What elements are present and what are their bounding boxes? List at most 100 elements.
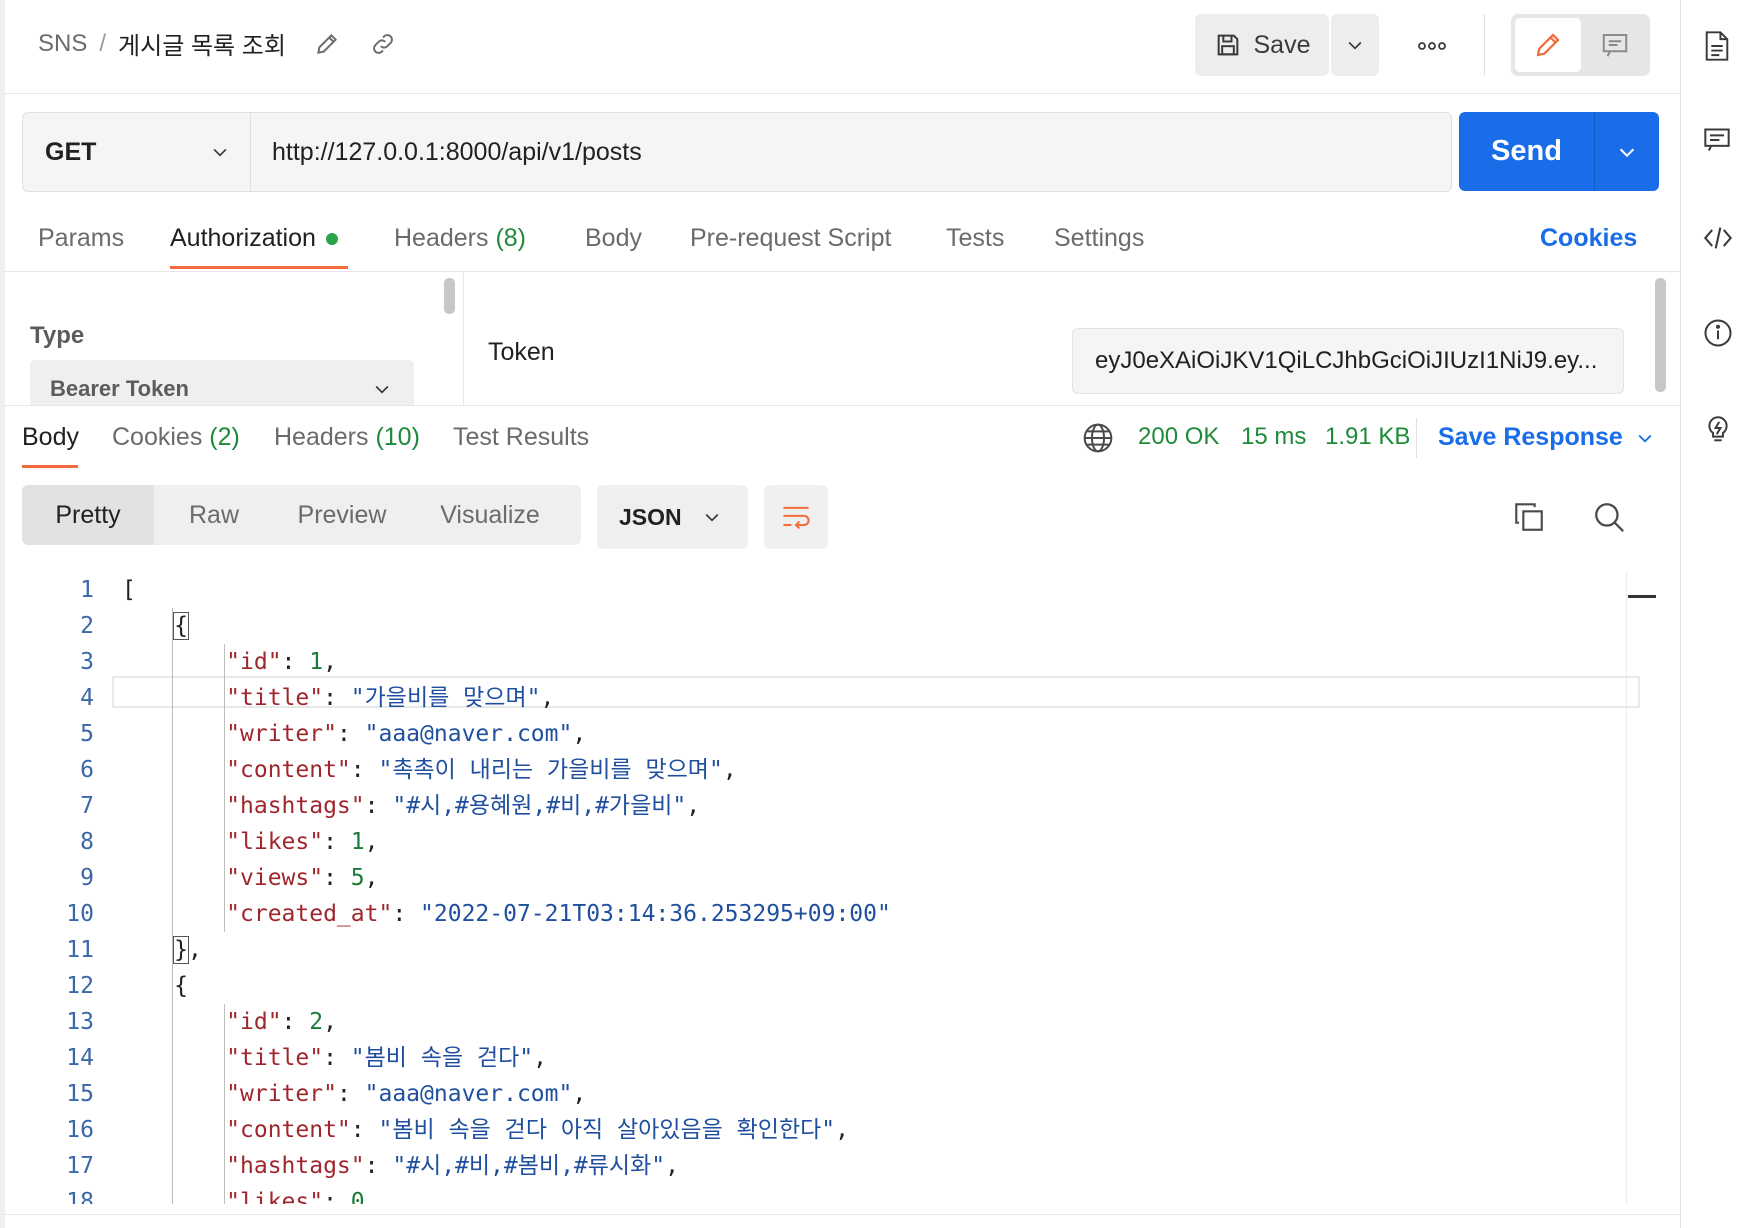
response-tab-headers-label: Headers [274,423,369,451]
code-token: "writer" [226,1081,337,1107]
response-tab-test-results[interactable]: Test Results [453,423,589,452]
code-token: : [336,1081,365,1107]
code-token: , [364,829,379,855]
request-name[interactable]: 게시글 목록 조회 [118,26,286,61]
globe-icon[interactable] [1082,422,1114,454]
method-select[interactable]: GET [23,113,251,191]
view-preview-button[interactable]: Preview [274,485,410,545]
code-text: "created_at": "2022-07-21T03:14:36.25329… [226,896,891,932]
response-tab-body[interactable]: Body [22,423,79,452]
line-number: 18 [66,1189,94,1204]
wrap-lines-icon[interactable] [764,485,828,549]
edit-pencil-icon[interactable] [314,31,340,57]
code-token: { [173,612,189,640]
auth-right-scrollbar[interactable] [1655,278,1666,392]
line-number: 12 [66,973,94,999]
tab-tests[interactable]: Tests [946,224,1004,253]
cookies-link[interactable]: Cookies [1540,224,1637,253]
send-button-group: Send [1459,112,1659,191]
code-token: , [686,793,701,819]
comments-icon[interactable] [1703,126,1731,154]
code-token: "#시,#용혜원,#비,#가을비" [392,793,687,819]
response-body-editor[interactable]: 1[2{3 "id": 1, 4 "title": "가을비를 맞으며", 5 "writ… [22,572,1642,1204]
comment-mode-icon[interactable] [1584,18,1646,72]
code-line: 17 "hashtags": "#시,#비,#봄비,#류시화", [22,1148,1642,1184]
tab-prerequest-script[interactable]: Pre-request Script [690,224,891,253]
code-line: 18 "likes": 0, [22,1184,1642,1204]
code-token: , [323,649,337,675]
code-text: "writer": "aaa@naver.com", [226,716,586,752]
response-time[interactable]: 15 ms [1241,423,1306,451]
view-pretty-button[interactable]: Pretty [22,485,154,545]
code-token: , [835,1117,849,1143]
more-dots-icon[interactable] [1408,22,1456,70]
chevron-down-icon [1345,35,1365,55]
auth-left-scrollbar[interactable] [444,278,455,314]
copy-icon[interactable] [1512,500,1548,536]
code-text: "writer": "aaa@naver.com", [226,1076,586,1112]
code-token: : [281,1009,310,1035]
response-cookies-count: (2) [209,423,240,451]
code-text: "hashtags": "#시,#용혜원,#비,#가을비", [226,788,700,824]
link-icon[interactable] [370,31,396,57]
code-text: "content": "봄비 속을 걷다 아직 살아있음을 확인한다", [226,1112,849,1148]
save-response-button[interactable]: Save Response [1438,423,1655,452]
code-token: "title" [226,1045,324,1071]
code-token: "가을비를 맞으며" [350,685,541,711]
code-token: , [323,1009,337,1035]
auth-type-select[interactable]: Bearer Token [30,360,414,406]
tab-settings[interactable]: Settings [1054,224,1144,253]
view-raw-button[interactable]: Raw [154,485,274,545]
code-token: : [323,829,351,855]
code-token: "likes" [226,1189,324,1204]
view-visualize-button[interactable]: Visualize [410,485,570,545]
code-token: , [572,1081,587,1107]
code-token: "id" [226,649,282,675]
code-token: "촉촉이 내리는 가을비를 맞으며" [378,757,723,783]
tab-body[interactable]: Body [585,224,642,253]
code-token: : [364,1153,393,1179]
auth-panel-divider[interactable] [463,272,464,404]
code-text: }, [173,932,202,968]
send-button[interactable]: Send [1459,112,1594,191]
response-status[interactable]: 200 OK [1138,423,1219,451]
headers-count: (8) [495,224,527,252]
indent-guide [224,644,225,932]
code-token: 2 [309,1009,324,1035]
code-line: 5 "writer": "aaa@naver.com", [22,716,1642,752]
url-bar: GET http://127.0.0.1:8000/api/v1/posts [22,112,1452,192]
header-divider-line [5,93,1680,94]
token-input[interactable]: eyJ0eXAiOiJKV1QiLCJhbGciOiJIUzI1NiJ9.ey.… [1072,328,1624,394]
code-snippet-icon[interactable] [1703,224,1733,252]
tab-params[interactable]: Params [38,224,124,253]
lightbulb-icon[interactable] [1703,412,1731,442]
save-label: Save [1253,30,1311,59]
code-token: "title" [226,685,324,711]
tabs-divider [5,271,1680,272]
response-divider[interactable] [5,405,1680,406]
code-text: "id": 1, [226,644,337,680]
code-text: "content": "촉촉이 내리는 가을비를 맞으며", [226,752,737,788]
edit-mode-icon[interactable] [1515,18,1581,72]
format-select[interactable]: JSON [597,485,748,549]
response-tab-cookies[interactable]: Cookies (2) [112,423,240,452]
format-value: JSON [619,503,682,530]
url-input[interactable]: http://127.0.0.1:8000/api/v1/posts [252,113,642,191]
save-options-button[interactable] [1331,14,1379,76]
tab-headers[interactable]: Headers (8) [394,224,526,253]
send-options-button[interactable] [1595,112,1659,191]
save-button[interactable]: Save [1195,14,1329,76]
breadcrumb-collection[interactable]: SNS [38,30,87,58]
info-icon[interactable] [1703,318,1732,347]
auth-status-dot [325,233,338,246]
breadcrumb-separator: / [99,29,107,57]
response-tab-headers[interactable]: Headers (10) [274,423,420,452]
tab-authorization[interactable]: Authorization [170,224,338,253]
code-token: "봄비 속을 걷다" [350,1045,534,1071]
line-number: 16 [66,1117,94,1143]
search-icon[interactable] [1592,500,1628,536]
response-size[interactable]: 1.91 KB [1325,423,1410,451]
documentation-icon[interactable] [1703,30,1731,61]
line-number: 14 [66,1045,94,1071]
line-number: 13 [66,1009,94,1035]
